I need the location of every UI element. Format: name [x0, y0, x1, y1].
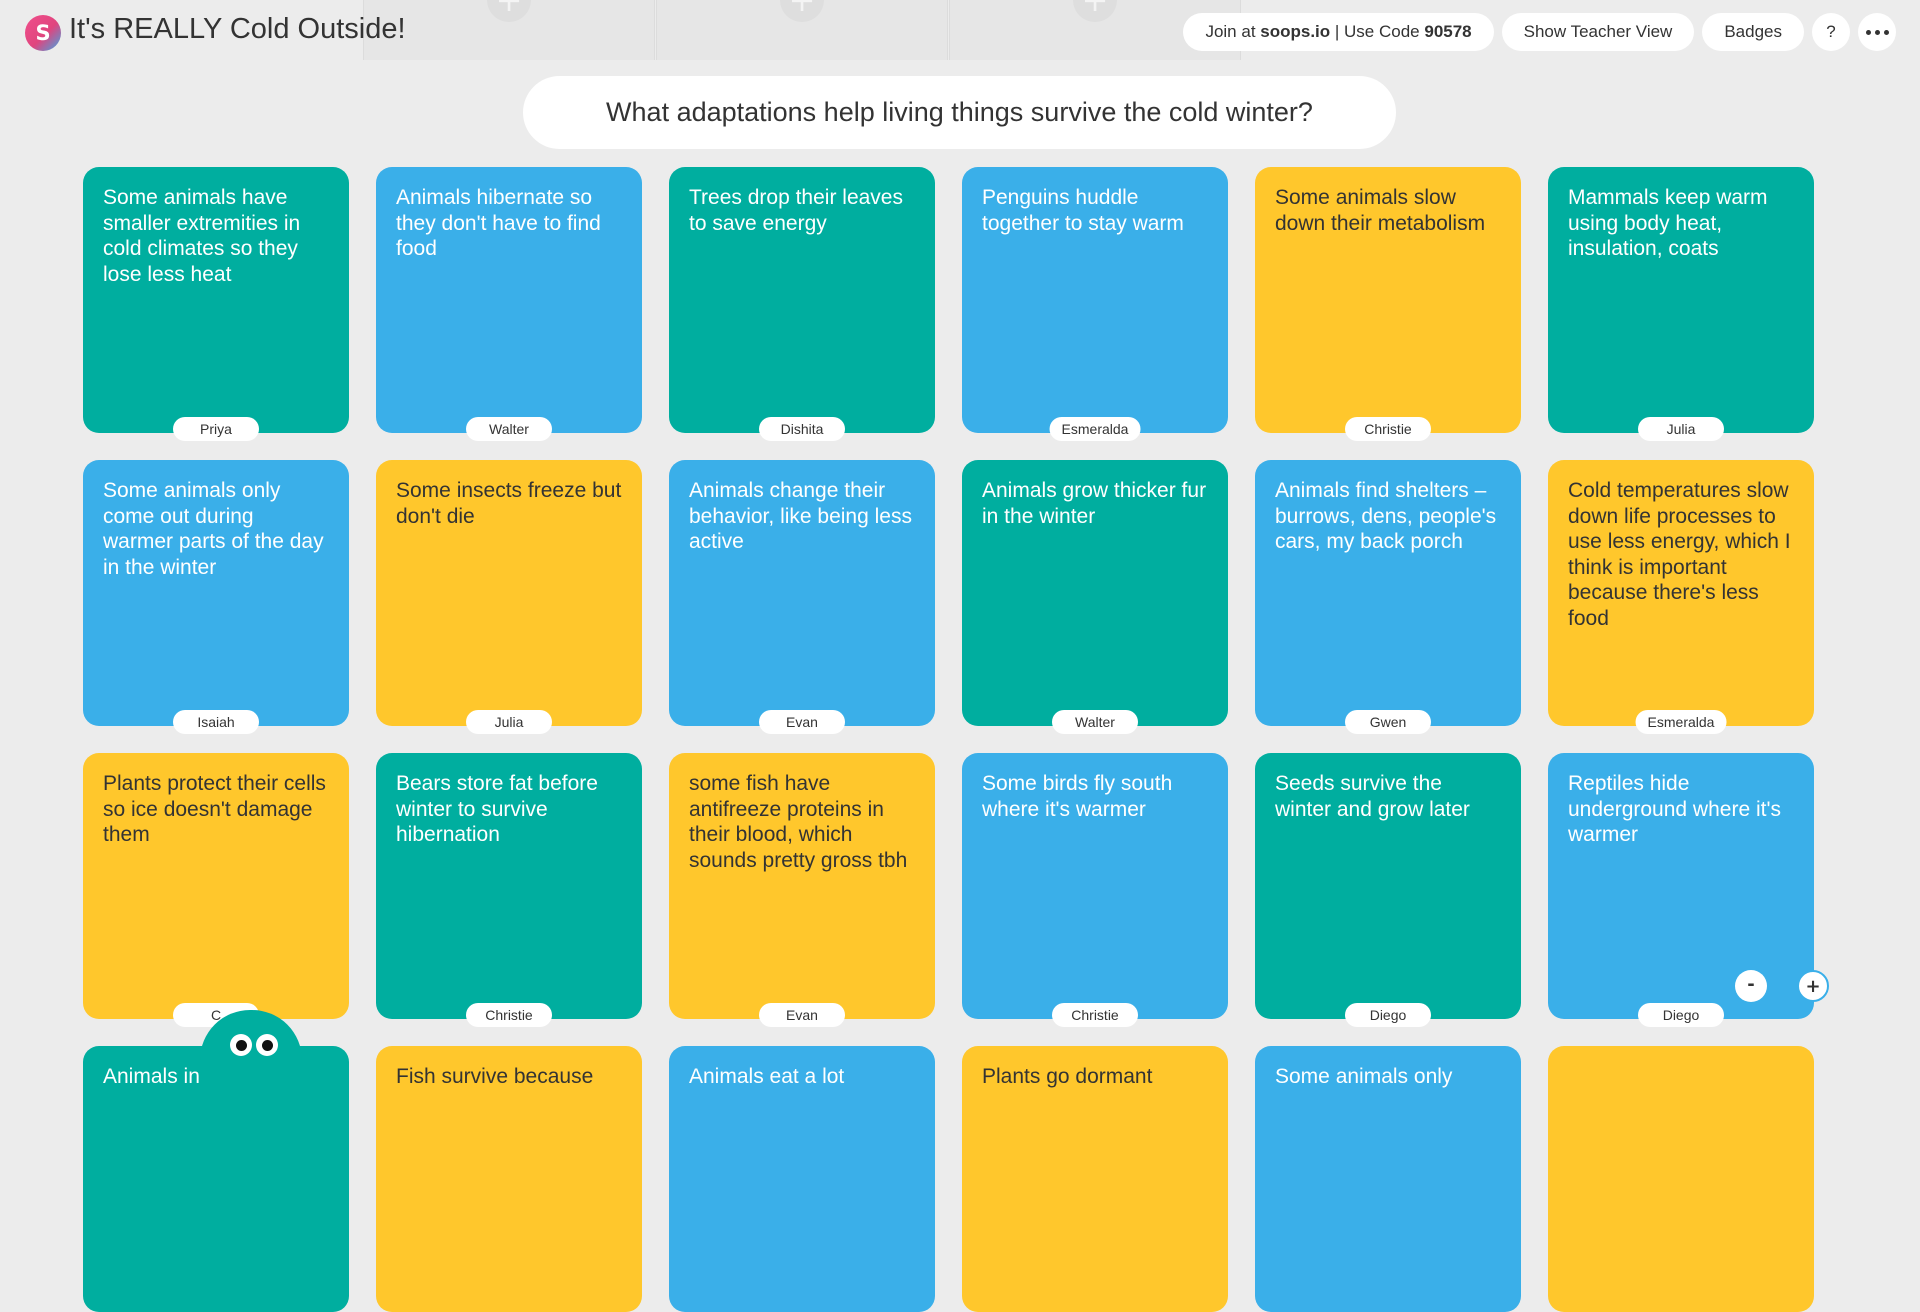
response-card[interactable]: Bears store fat before winter to survive… — [376, 753, 642, 1027]
mascot-right-eye — [256, 1034, 278, 1056]
response-card[interactable]: Mammals keep warm using body heat, insul… — [1548, 167, 1814, 441]
card-author: Julia — [1638, 417, 1724, 441]
card-text: Fish survive because — [396, 1065, 594, 1088]
card-text: Plants protect their cells so ice doesn'… — [103, 772, 326, 846]
response-card[interactable]: Animals change their behavior, like bein… — [669, 460, 935, 734]
response-card[interactable]: some fish have antifreeze proteins in th… — [669, 753, 935, 1027]
card-author: Esmeralda — [1049, 417, 1141, 441]
card-text: Seeds survive the winter and grow later — [1275, 772, 1470, 821]
card-author: Evan — [759, 710, 845, 734]
card-text: Animals find shelters – burrows, dens, p… — [1275, 479, 1497, 553]
card-text: some fish have antifreeze proteins in th… — [689, 772, 908, 872]
card-text: Penguins huddle together to stay warm — [982, 186, 1184, 235]
card-author: Walter — [466, 417, 552, 441]
card-text: Bears store fat before winter to survive… — [396, 772, 598, 846]
response-card[interactable]: Plants protect their cells so ice doesn'… — [83, 753, 349, 1027]
zoom-out-button[interactable]: - — [1735, 970, 1767, 1002]
card-author: Evan — [759, 1003, 845, 1027]
response-card[interactable]: Trees drop their leaves to save energy Di… — [669, 167, 935, 441]
card-text: Some animals only come out during warmer… — [103, 479, 324, 579]
response-card[interactable]: Reptiles hide underground where it's war… — [1548, 753, 1814, 1027]
response-card[interactable]: Some animals only — [1255, 1046, 1521, 1312]
mascot-character[interactable] — [200, 1010, 302, 1120]
card-text: Some animals have smaller extremities in… — [103, 186, 301, 286]
card-text: Some birds fly south where it's warmer — [982, 772, 1173, 821]
card-text: Trees drop their leaves to save energy — [689, 186, 903, 235]
response-card[interactable]: Penguins huddle together to stay warm Esm… — [962, 167, 1228, 441]
card-author: Christie — [466, 1003, 552, 1027]
response-card[interactable]: Some animals have smaller extremities in… — [83, 167, 349, 441]
card-text: Cold temperatures slow down life process… — [1568, 479, 1791, 630]
card-author: Diego — [1638, 1003, 1724, 1027]
card-author: Priya — [173, 417, 259, 441]
response-card[interactable]: Animals find shelters – burrows, dens, p… — [1255, 460, 1521, 734]
card-author: Isaiah — [173, 710, 259, 734]
response-card[interactable]: Some insects freeze but don't die Julia — [376, 460, 642, 734]
response-card[interactable]: Seeds survive the winter and grow later D… — [1255, 753, 1521, 1027]
mascot-left-eye — [230, 1034, 252, 1056]
card-text: Some animals slow down their metabolism — [1275, 186, 1486, 235]
card-author: Diego — [1345, 1003, 1431, 1027]
card-text: Some insects freeze but don't die — [396, 479, 622, 528]
card-author: Christie — [1052, 1003, 1138, 1027]
response-card[interactable]: Plants go dormant — [962, 1046, 1228, 1312]
response-card[interactable]: Animals eat a lot — [669, 1046, 935, 1312]
card-text: Mammals keep warm using body heat, insul… — [1568, 186, 1768, 260]
zoom-in-button[interactable]: + — [1797, 970, 1829, 1002]
response-card[interactable]: Some birds fly south where it's warmer Ch… — [962, 753, 1228, 1027]
card-author: Esmeralda — [1635, 710, 1727, 734]
card-author: Dishita — [759, 417, 845, 441]
card-author: Julia — [466, 710, 552, 734]
card-text: Animals change their behavior, like bein… — [689, 479, 912, 553]
response-card[interactable]: Some animals slow down their metabolism C… — [1255, 167, 1521, 441]
card-author: Christie — [1345, 417, 1431, 441]
response-card[interactable]: Some animals only come out during warmer… — [83, 460, 349, 734]
response-card[interactable] — [1548, 1046, 1814, 1312]
card-text: Animals eat a lot — [689, 1065, 845, 1088]
card-text: Plants go dormant — [982, 1065, 1153, 1088]
card-author: Walter — [1052, 710, 1138, 734]
response-card[interactable]: Animals hibernate so they don't have to … — [376, 167, 642, 441]
response-card[interactable]: Cold temperatures slow down life process… — [1548, 460, 1814, 734]
response-card[interactable]: Fish survive because — [376, 1046, 642, 1312]
card-text: Animals hibernate so they don't have to … — [396, 186, 601, 260]
card-text: Animals grow thicker fur in the winter — [982, 479, 1207, 528]
card-author: Gwen — [1345, 710, 1431, 734]
card-text: Some animals only — [1275, 1065, 1453, 1088]
card-board: Some animals have smaller extremities in… — [0, 0, 1920, 1312]
response-card[interactable]: Animals grow thicker fur in the winter Wa… — [962, 460, 1228, 734]
card-text: Reptiles hide underground where it's war… — [1568, 772, 1781, 846]
